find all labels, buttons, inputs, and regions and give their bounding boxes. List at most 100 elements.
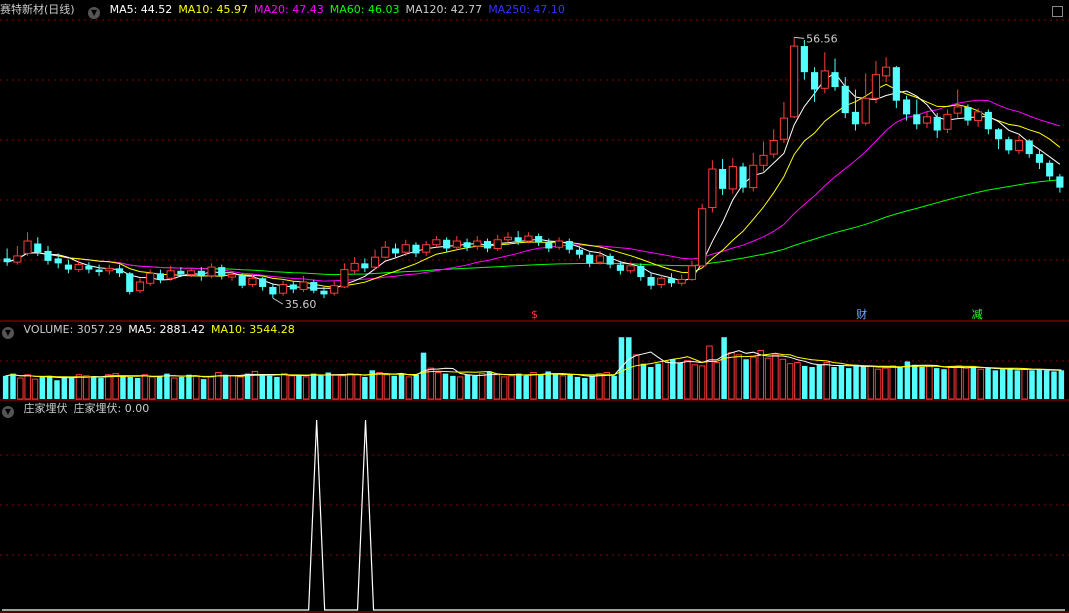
volume-bar — [259, 374, 266, 399]
candle-body — [524, 235, 533, 242]
candle-body — [412, 244, 420, 254]
volume-bar — [1014, 370, 1021, 399]
event-marker: 财 — [856, 307, 867, 321]
volume-bar — [434, 372, 442, 400]
volume-bar — [853, 364, 859, 399]
volume-bar — [120, 375, 126, 399]
volume-bar — [362, 376, 368, 399]
candle-body — [95, 269, 103, 273]
candle-body — [289, 284, 297, 290]
candle-body — [299, 281, 308, 290]
volume-bar — [977, 368, 984, 400]
volume-bar — [589, 375, 595, 399]
volume-bar — [889, 365, 896, 400]
volume-bar — [75, 374, 83, 400]
volume-bar — [339, 375, 347, 400]
candle-body — [626, 265, 635, 272]
candle-body — [1014, 139, 1024, 151]
volume-bar — [1021, 368, 1028, 400]
volume-bar — [383, 374, 391, 400]
candle-body — [23, 240, 32, 254]
volume-bar — [596, 373, 603, 400]
candle-body — [207, 266, 216, 277]
volume-bar — [318, 375, 324, 399]
candle-body — [1025, 140, 1033, 155]
candle-body — [422, 244, 431, 253]
candle-body — [667, 278, 676, 284]
candle-body — [882, 66, 891, 77]
candle-body — [892, 67, 900, 101]
event-marker: $ — [531, 308, 538, 321]
candle-body — [3, 258, 11, 263]
volume-bar — [926, 365, 933, 400]
candle-body — [269, 286, 277, 295]
candle-body — [503, 236, 513, 241]
candle-body — [370, 256, 380, 268]
candle-body — [913, 114, 921, 125]
volume-bar — [17, 377, 24, 400]
volume-bar — [413, 374, 419, 399]
volume-bar — [222, 374, 229, 399]
ma20-line — [6, 99, 1061, 282]
volume-bar — [354, 374, 361, 400]
candle-body — [606, 255, 614, 265]
candle-body — [586, 254, 594, 264]
volume-bar — [516, 373, 522, 399]
candle-body — [861, 97, 870, 124]
volume-bar — [670, 359, 676, 399]
candle-body — [841, 85, 849, 114]
volume-bar — [83, 375, 90, 400]
candle-body — [902, 99, 911, 115]
candle-body — [443, 239, 451, 249]
volume-bar — [39, 376, 46, 399]
candle-body — [943, 113, 952, 130]
candle-body — [34, 243, 42, 253]
volume-bar — [721, 337, 727, 399]
volume-bar — [816, 364, 823, 399]
volume-bar — [677, 362, 683, 399]
volume-bar — [882, 367, 889, 400]
volume-bar — [464, 374, 471, 399]
volume-bar — [178, 376, 185, 399]
candle-body — [790, 45, 799, 118]
volume-bar — [897, 367, 903, 399]
candle-body — [330, 285, 339, 294]
candle-body — [54, 258, 62, 264]
volume-bar — [1051, 371, 1057, 399]
volume-bar — [559, 375, 567, 400]
volume-bar — [398, 373, 405, 399]
volume-bar — [46, 375, 53, 399]
candle-body — [616, 264, 624, 271]
candle-body — [811, 72, 819, 90]
volume-bar — [933, 368, 940, 399]
candle-body — [44, 250, 52, 261]
price-high-pointer — [794, 36, 805, 39]
volume-bar — [706, 345, 713, 400]
volume-bar — [992, 370, 999, 399]
candle-body — [1035, 154, 1044, 163]
stock-chart[interactable]: 56.56 35.60 $ 财 减 — [0, 0, 1069, 613]
candle-body — [984, 111, 992, 130]
volume-bar — [728, 352, 735, 400]
price-low-pointer — [272, 297, 284, 305]
candle-body — [637, 265, 645, 278]
candle-body — [739, 166, 747, 188]
candle-body — [350, 262, 359, 272]
volume-bar — [574, 376, 581, 399]
candle-body — [248, 277, 257, 285]
volume-bar — [68, 378, 75, 399]
volume-bar — [112, 373, 119, 400]
volume-bar — [985, 368, 991, 399]
candle-body — [595, 255, 605, 263]
volume-bar — [691, 364, 699, 400]
volume-bar — [310, 373, 317, 399]
candle-body — [545, 242, 553, 249]
volume-bar — [105, 374, 112, 400]
volume-bar — [567, 374, 573, 399]
candle-body — [64, 264, 73, 270]
volume-bar — [523, 375, 529, 399]
candle-body — [749, 164, 758, 189]
volume-bar — [1036, 369, 1043, 399]
ma10-line — [6, 83, 1061, 288]
volume-bar — [970, 367, 977, 399]
